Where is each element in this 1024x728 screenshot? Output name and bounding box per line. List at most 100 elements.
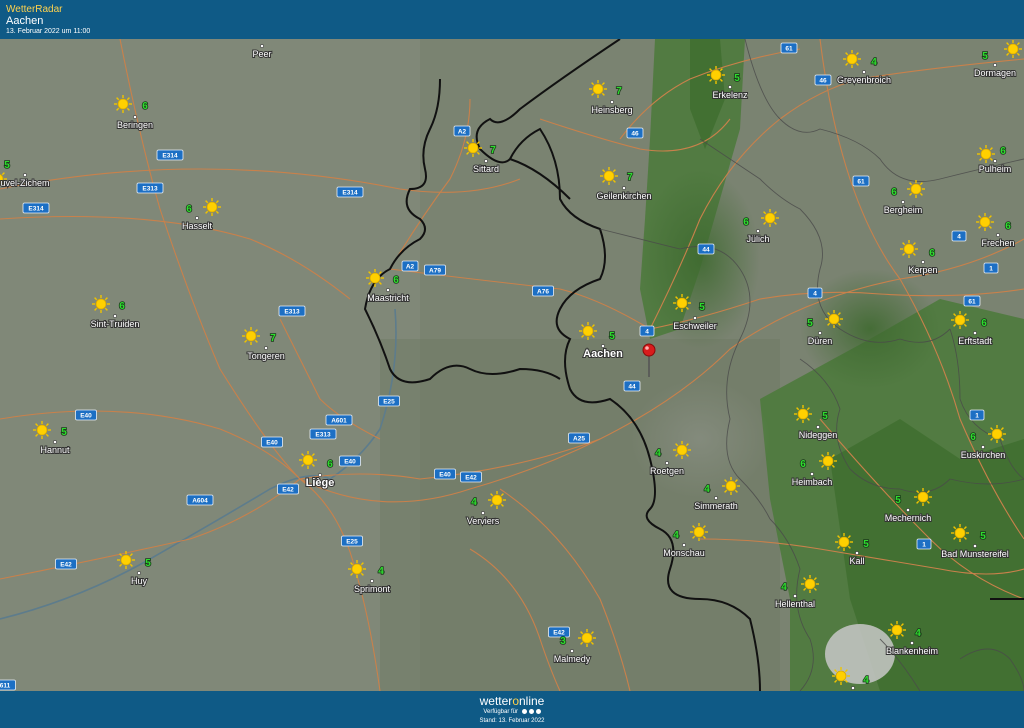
road-shield: E40 <box>75 409 97 421</box>
road-shield: E42 <box>55 558 77 570</box>
temperature-value: 5 <box>807 318 813 329</box>
app-header: WetterRadar Aachen 13. Februar 2022 um 1… <box>0 0 1024 39</box>
sun-icon <box>578 321 598 341</box>
brand-logo[interactable]: wetteronline <box>0 694 1024 708</box>
city-dot <box>481 511 485 515</box>
city-name: Nideggen <box>799 430 838 440</box>
road-shield: E313 <box>136 182 164 194</box>
road-number: 4 <box>645 328 649 335</box>
road-number: E313 <box>315 431 331 438</box>
weather-map[interactable]: 61 46 A2 46 E314 E313 E314 E314 61 44 4 1 A2 A79 A76 E3… <box>0 39 1024 691</box>
sun-icon <box>899 239 919 259</box>
road-number: 44 <box>702 246 710 253</box>
road-number: E314 <box>28 205 44 212</box>
city-dot <box>901 200 905 204</box>
city-name: Geilenkirchen <box>596 191 651 201</box>
temperature-value: 5 <box>609 331 615 342</box>
city-name: Bergheim <box>884 205 923 215</box>
road-number: E40 <box>439 471 451 478</box>
road-shield: E40 <box>434 468 456 480</box>
city-name: Simmerath <box>694 501 738 511</box>
temperature-value: 5 <box>734 73 740 84</box>
city-name: Euskirchen <box>961 450 1006 460</box>
city-name: Frechen <box>981 238 1014 248</box>
road-number: A601 <box>331 417 347 424</box>
road-number: 1 <box>989 265 993 272</box>
temperature-value: 7 <box>627 172 633 183</box>
sun-icon <box>672 440 692 460</box>
city-dot <box>622 186 626 190</box>
road-shield: A76 <box>532 285 554 297</box>
sun-icon <box>706 65 726 85</box>
road-number: 4 <box>957 233 961 240</box>
road-number: E313 <box>142 185 158 192</box>
road-number: 44 <box>628 383 636 390</box>
road-number: E42 <box>465 474 477 481</box>
temperature-value: 4 <box>378 566 384 577</box>
road-number: E314 <box>342 189 358 196</box>
road-number: 61 <box>785 45 793 52</box>
temperature-value: 4 <box>781 582 787 593</box>
city-name: Sittard <box>473 164 499 174</box>
road-number: E314 <box>162 152 178 159</box>
road-shield: 4 <box>951 230 967 242</box>
sun-icon <box>599 166 619 186</box>
road-number: A25 <box>573 435 585 442</box>
sun-icon <box>588 79 608 99</box>
road-shield: 1 <box>916 538 932 550</box>
city-name: Hannut <box>40 445 70 455</box>
road-number: E25 <box>346 538 358 545</box>
sun-icon <box>721 476 741 496</box>
sun-icon <box>793 404 813 424</box>
temperature-value: 4 <box>673 530 679 541</box>
sun-icon <box>91 294 111 314</box>
city-name: Hellenthal <box>775 599 815 609</box>
road-shield: 44 <box>623 380 641 392</box>
stand-date: Stand: 13. Februar 2022 <box>479 718 545 724</box>
city-dot <box>570 649 574 653</box>
city-dot <box>756 229 760 233</box>
road-number: 4 <box>813 290 817 297</box>
city-name: Erkelenz <box>712 90 748 100</box>
availability-note: Verfügbar für <box>0 709 1024 715</box>
road-number: A2 <box>458 128 467 135</box>
city-name: Beringen <box>117 120 153 130</box>
road-number: 46 <box>631 130 639 137</box>
temperature-value: 6 <box>393 275 399 286</box>
city-dot <box>195 216 199 220</box>
road-number: 61 <box>857 178 865 185</box>
map-canvas[interactable]: 6146A2 46E314E313E314E314614441A2A79A76E3… <box>0 39 1024 691</box>
city-dot <box>665 461 669 465</box>
road-shield: E42 <box>277 483 299 495</box>
road-shield: 44 <box>697 243 715 255</box>
road-number: 1 <box>975 412 979 419</box>
temperature-value: 5 <box>980 531 986 542</box>
temperature-value: 7 <box>490 145 496 156</box>
road-number: 611 <box>0 682 11 689</box>
road-shield: E42 <box>548 626 570 638</box>
road-number: E25 <box>383 398 395 405</box>
road-shield: E40 <box>339 455 361 467</box>
temperature-value: 6 <box>929 248 935 259</box>
road-shield: E313 <box>278 305 306 317</box>
city-name: Liège <box>306 477 335 489</box>
temperature-value: 4 <box>471 497 477 508</box>
sun-icon <box>463 138 483 158</box>
city-name: Verviers <box>467 516 500 526</box>
road-shield: A79 <box>424 264 446 276</box>
road-shield: 61 <box>963 295 981 307</box>
location-title: Aachen <box>6 15 44 27</box>
city-dot <box>714 496 718 500</box>
road-number: A604 <box>192 497 208 504</box>
temperature-value: 6 <box>1000 146 1006 157</box>
road-number: E40 <box>266 439 278 446</box>
temperature-value: 6 <box>743 217 749 228</box>
temperature-value: 6 <box>891 187 897 198</box>
city-name: Eschweiler <box>673 321 717 331</box>
road-shield: A2 <box>453 125 471 137</box>
city-name: Hasselt <box>182 221 213 231</box>
city-dot <box>53 440 57 444</box>
road-shield: 611 <box>0 679 16 691</box>
sun-icon <box>202 197 222 217</box>
sun-icon <box>842 49 862 69</box>
